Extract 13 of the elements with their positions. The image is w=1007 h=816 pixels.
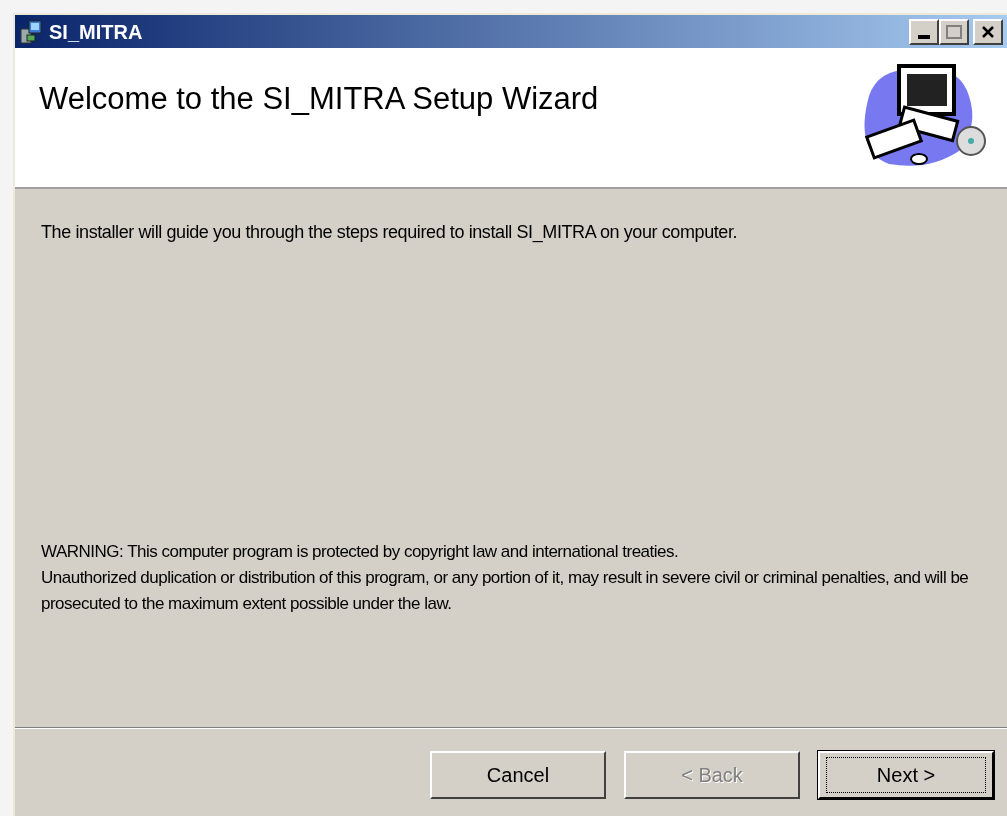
installer-icon <box>19 18 45 45</box>
window-title: SI_MITRA <box>49 19 143 45</box>
wizard-button[interactable]: Next > <box>818 751 994 799</box>
maximize-button[interactable] <box>939 18 969 45</box>
wizard-heading: Welcome to the SI_MITRA Setup Wizard <box>39 80 599 118</box>
close-button[interactable] <box>973 18 1003 45</box>
minimize-icon <box>918 34 930 39</box>
copyright-warning: WARNING: This computer program is protected by copyright law and international treaties. Unauthorized duplication or distribution of this program, or any portion of it, may result in severe civil or criminal penalties, and will be prosecuted to the maximum extent possible under the law. <box>41 541 970 615</box>
wizard-button[interactable]: Cancel <box>430 751 606 799</box>
maximize-icon <box>946 24 962 39</box>
minimize-button[interactable] <box>909 18 939 45</box>
intro-text: The installer will guide you through the steps required to install SI_MITRA on your computer. <box>41 221 739 245</box>
close-icon <box>981 24 995 39</box>
